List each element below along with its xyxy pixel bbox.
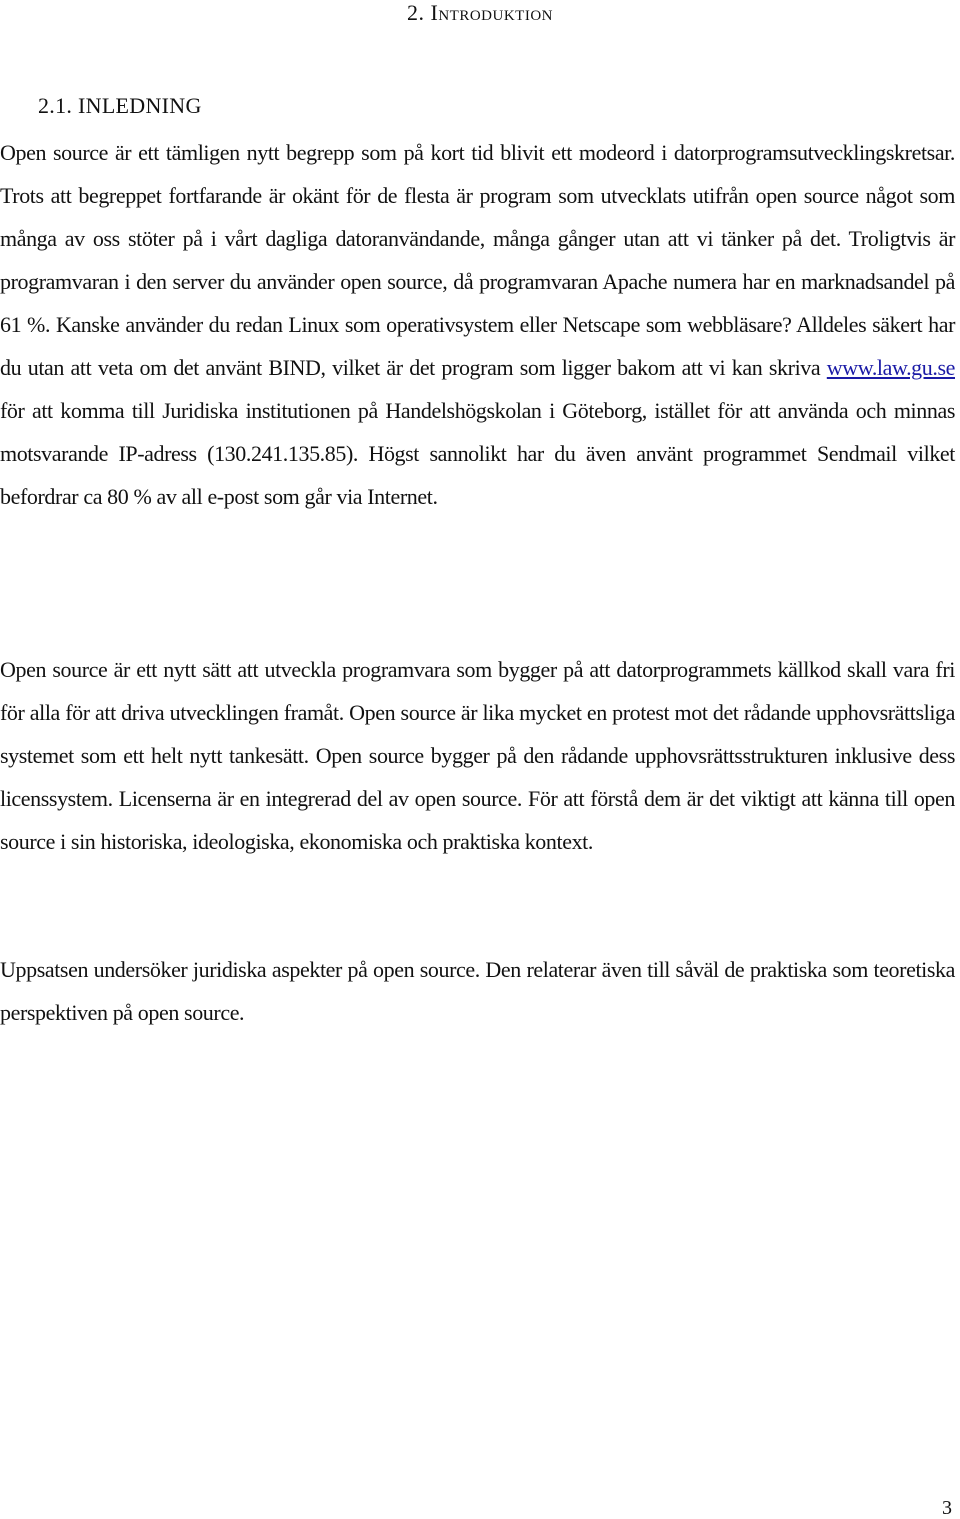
section-title: 2.1. INLEDNING — [38, 93, 202, 118]
paragraph-intro-text-end: för att komma till Juridiska institution… — [0, 398, 955, 509]
paragraph-intro-text-start: Open source är ett tämligen nytt begrepp… — [0, 140, 955, 380]
chapter-title: 2. Introduktion — [407, 0, 553, 25]
paragraph-open-source-definition: Open source är ett nytt sätt att utveckl… — [0, 657, 955, 854]
page-number: 3 — [942, 1497, 952, 1519]
paragraph-thesis-scope: Uppsatsen undersöker juridiska aspekter … — [0, 957, 955, 1025]
law-gu-link[interactable]: www.law.gu.se — [827, 355, 956, 380]
paragraph-intro: Open source är ett tämligen nytt begrepp… — [0, 131, 955, 518]
